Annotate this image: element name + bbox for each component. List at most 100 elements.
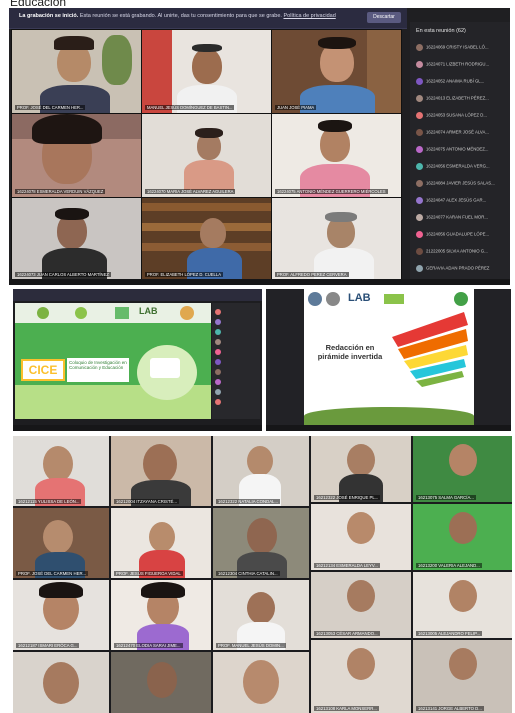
meeting-screenshot-3: LAB Redacción en pirámide invertida	[266, 289, 511, 431]
meeting-screenshot-2: LAB CICE Coloquio de Investigación en Co…	[13, 289, 262, 431]
participant-item[interactable]: 16224069 CRISTY ISABEL LÓ...	[416, 44, 489, 51]
shared-slide: LAB Redacción en pirámide invertida	[304, 289, 474, 425]
participants-count: (62)	[456, 28, 466, 34]
video-tile: 16212322 JOSÉ ENRIQUE PL...	[311, 436, 411, 502]
tile-name: 16224073 JUAN CARLOS ALBERTO MARTÍNEZ	[15, 272, 111, 277]
lab-logo: LAB	[348, 292, 371, 304]
lab-logo: LAB	[139, 306, 158, 316]
meeting-toolbar	[13, 425, 262, 431]
tile-name: PROF. ALFREDO PEREZ CERVERA	[275, 272, 349, 277]
participant-item[interactable]: 16224071 LIZBETH RODRIGU...	[416, 61, 489, 68]
tile-name: 16213108 KARLA MONSERR...	[314, 706, 379, 711]
cice-subtitle: Coloquio de Investigación en Comunicació…	[67, 358, 129, 382]
tile-name: 16212115 YULISSA DE LEÓN...	[16, 499, 82, 504]
tile-name: 16213141 JORGE ALBERTO D...	[416, 706, 484, 711]
tile-name: 16212004 ITZAYANA CRISTÉ...	[114, 499, 179, 504]
video-tile: 16213075 SALMA GARCÍA...	[413, 436, 512, 502]
tile-name: PROF. JESÚS FIGUEROA VIDAL	[114, 571, 183, 576]
tile-name: 16213200 VALERIA ALEJAND...	[416, 563, 482, 568]
video-tile: 16212115 YULISSA DE LEÓN...	[13, 436, 109, 506]
video-tile: 16224073 JUAN CARLOS ALBERTO MARTÍNEZ	[11, 197, 142, 281]
video-tile: PROF. JOSÉ DEL CARMEN HER...	[11, 29, 142, 114]
slide-hills	[304, 407, 474, 425]
video-tile: PROF. JOSÉ DEL CARMEN HER...	[13, 508, 109, 578]
tile-name: PROF. MANUEL JESÚS DOMIN...	[216, 643, 286, 648]
video-tile: PROF. ALFREDO PEREZ CERVERA	[271, 197, 402, 281]
tile-name: PROF. JOSÉ DEL CARMEN HER...	[16, 571, 89, 576]
university-logo-icon	[308, 292, 322, 306]
university-logo-icon	[37, 307, 49, 319]
shared-screen: LAB CICE Coloquio de Investigación en Co…	[15, 303, 211, 419]
participants-panel: En esta reunión (62) 16224069 CRISTY ISA…	[410, 22, 510, 285]
lab-icon	[115, 307, 129, 319]
video-tile: 16224078 ESMERALDA VERDUIN VÁZQUEZ	[11, 113, 142, 198]
video-tile: PROF. MANUEL JESÚS DOMIN...	[213, 580, 309, 650]
tile-name: 16213053 CÉSAR ARMANDO...	[314, 631, 380, 636]
participants-title: En esta reunión	[416, 28, 455, 34]
tile-name: 16213075 SALMA GARCÍA...	[416, 495, 476, 500]
video-tile: PROF. JESÚS FIGUEROA VIDAL	[111, 508, 211, 578]
tile-name: PROF. JOSÉ DEL CARMEN HER...	[15, 105, 86, 110]
slide-title: Redacción en pirámide invertida	[317, 343, 383, 361]
video-tile: 16212322 NATALIA CONDAL...	[213, 436, 309, 506]
seal-icon	[180, 306, 194, 320]
participant-item[interactable]: 16224013 ELIZABETH PÉREZ...	[416, 95, 489, 102]
recording-text: Esta reunión se está grabando. Al unirte…	[79, 13, 282, 19]
tile-name: 16212134 ESMERALDA LEYV...	[314, 563, 380, 568]
seal-icon	[454, 292, 468, 306]
participant-item[interactable]: 16224056 GUADALUPE LÓPE...	[416, 231, 489, 238]
video-tile: 16224075 ANTONIO MÉNDEZ GUERRERO MIÉRCOL…	[271, 113, 402, 198]
cice-badge: CICE	[21, 359, 65, 381]
video-tile: 16213200 VALERIA ALEJAND...	[413, 504, 512, 570]
video-tile: 16212134 ESMERALDA LEYV...	[311, 504, 411, 570]
recording-banner: La grabación se inició. Esta reunión se …	[9, 8, 407, 29]
video-tile	[111, 652, 211, 713]
recording-banner	[13, 289, 262, 301]
participant-item[interactable]: 16224047 ALEX JESÚS GAR...	[416, 197, 486, 204]
participant-item[interactable]: 16224052 ANAIMA RUBÍ GL...	[416, 78, 484, 85]
department-logo-icon	[326, 292, 340, 306]
tile-name: 16213005 ALEJANDRO FELIP...	[416, 631, 483, 636]
meeting-toolbar	[9, 279, 510, 285]
video-tile: 16212187 ISMARI ERÓCA G...	[13, 580, 109, 650]
participant-item[interactable]: 16224077 KARAN FUEL MOR...	[416, 214, 488, 221]
video-tile: 16213141 JORGE ALBERTO D...	[413, 640, 512, 713]
participant-item[interactable]: 16224074 ARMER JOSÉ ALVA...	[416, 129, 489, 136]
tile-name: 16212187 ISMARI ERÓCA G...	[16, 643, 80, 648]
video-tile: 16212004 ITZAYANA CRISTÉ...	[111, 436, 211, 506]
participant-item[interactable]: GERAVIA ADAN PRADO PÉREZ	[416, 265, 489, 272]
video-tile: 16212470 ELODIA SARAI JIME...	[111, 580, 211, 650]
video-tile: PROF. ELIZABETH LÓPEZ D. CUELLA	[141, 197, 272, 281]
video-tile: 16213053 CÉSAR ARMANDO...	[311, 572, 411, 638]
dismiss-button[interactable]: Descartar	[367, 12, 401, 23]
video-tile: 16213005 ALEJANDRO FELIP...	[413, 572, 512, 638]
participant-item[interactable]: 16224056 ESMERALDA VERG...	[416, 163, 490, 170]
tile-name: 16212322 NATALIA CONDAL...	[216, 499, 281, 504]
privacy-link[interactable]: Política de privacidad	[283, 13, 335, 19]
video-tile: 16212304 CINTHIA CATALIN...	[213, 508, 309, 578]
tile-name: 16212322 JOSÉ ENRIQUE PL...	[314, 495, 381, 500]
recording-bold: La grabación se inició.	[19, 13, 79, 19]
participant-item[interactable]: 16224053 SUSANA LÓPEZ D...	[416, 112, 487, 119]
video-tile: 16213108 KARLA MONSERR...	[311, 640, 411, 713]
department-logo-icon	[75, 307, 87, 319]
laptop-icon	[150, 358, 180, 378]
meeting-screenshot-1: La grabación se inició. Esta reunión se …	[9, 8, 510, 285]
video-tile: JUAN JOSÉ PIAMA	[271, 29, 402, 114]
video-tile	[13, 652, 109, 713]
video-tile: MANUEL JESÚS DOMÍNGUEZ DE BASTIN...	[141, 29, 272, 114]
video-tile	[213, 652, 309, 713]
participant-item[interactable]: 21222005 SILVIA ANTONIO G...	[416, 248, 488, 255]
tile-name: 16212304 CINTHIA CATALIN...	[216, 571, 280, 576]
tile-name: JUAN JOSÉ PIAMA	[275, 105, 317, 110]
tile-name: 16224070 MARIA JOSÉ ALVAREZ AGUILERA	[145, 189, 236, 194]
participant-item[interactable]: 16224084 JAVIER JESÚS SALAS...	[416, 180, 495, 187]
partner-logo-icon	[384, 294, 404, 304]
pyramid-graphic	[392, 312, 468, 387]
participant-item[interactable]: 16224075 ANTONIO MÉNDEZ...	[416, 146, 489, 153]
tile-name: 16224078 ESMERALDA VERDUIN VÁZQUEZ	[15, 189, 106, 194]
tile-name: 16224075 ANTONIO MÉNDEZ GUERRERO MIÉRCOL…	[275, 189, 388, 194]
logo-bar: LAB	[15, 303, 211, 323]
tile-name: PROF. ELIZABETH LÓPEZ D. CUELLA	[145, 272, 223, 277]
meeting-toolbar	[266, 425, 511, 431]
